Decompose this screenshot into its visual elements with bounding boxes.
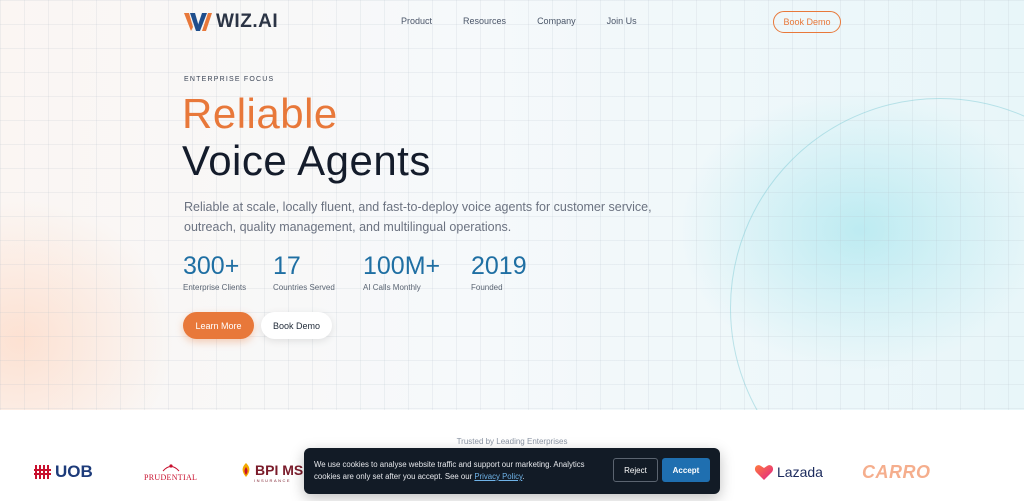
lazada-logo-text: Lazada: [777, 464, 823, 480]
nav-link-join-us[interactable]: Join Us: [607, 16, 637, 26]
lazada-heart-icon: [754, 465, 774, 480]
carro-logo: CARRO: [862, 462, 931, 483]
hero-eyebrow: ENTERPRISE FOCUS: [184, 76, 275, 83]
lazada-logo: Lazada: [754, 463, 823, 481]
nav-link-product[interactable]: Product: [401, 16, 432, 26]
logo[interactable]: WIZ.AI: [184, 11, 278, 33]
cookie-message: We use cookies to analyse website traffi…: [314, 459, 608, 483]
privacy-policy-link[interactable]: Privacy Policy: [474, 472, 522, 481]
stat-label: Founded: [471, 283, 503, 292]
book-demo-nav-button[interactable]: Book Demo: [773, 11, 841, 33]
stat-value: 17: [273, 252, 301, 280]
stat-label: AI Calls Monthly: [363, 283, 421, 292]
hero-title-accent: Reliable: [182, 90, 338, 137]
hero-subtitle: Reliable at scale, locally fluent, and f…: [184, 200, 652, 234]
nav-links: Product Resources Company Join Us: [401, 16, 668, 26]
cookie-message-text: We use cookies to analyse website traffi…: [314, 460, 585, 481]
carro-logo-text: CARRO: [862, 462, 931, 482]
stat-value: 2019: [471, 252, 527, 280]
cookie-reject-button[interactable]: Reject: [613, 458, 658, 482]
hero-title-main: Voice Agents: [182, 137, 431, 184]
stat-ai-calls-monthly: 100M+ AI Calls Monthly: [363, 252, 440, 292]
bpi-ms-logo-text: BPI MS: [255, 462, 304, 478]
uob-logo: UOB: [34, 462, 93, 482]
uob-mark-icon: [34, 465, 51, 479]
cookie-accept-button[interactable]: Accept: [662, 458, 710, 482]
book-demo-hero-button[interactable]: Book Demo: [261, 312, 332, 339]
prudential-mark-icon: [162, 464, 179, 472]
stat-label: Enterprise Clients: [183, 283, 247, 292]
stat-label: Countries Served: [273, 283, 335, 292]
stat-enterprise-clients: 300+ Enterprise Clients: [183, 252, 246, 292]
top-navigation: WIZ.AI Product Resources Company Join Us…: [0, 0, 1024, 44]
hero-section: WIZ.AI Product Resources Company Join Us…: [0, 0, 1024, 410]
bpi-flame-icon: [242, 463, 250, 477]
wiz-logo-icon: [184, 13, 212, 31]
stat-value: 300+: [183, 252, 240, 280]
stat-countries-served: 17 Countries Served: [273, 252, 335, 292]
nav-link-resources[interactable]: Resources: [463, 16, 506, 26]
bpi-ms-logo: BPI MS INSURANCE: [240, 462, 304, 483]
stat-value: 100M+: [363, 252, 441, 280]
prudential-logo: PRUDENTIAL: [144, 462, 197, 482]
nav-link-company[interactable]: Company: [537, 16, 576, 26]
bpi-ms-logo-subtext: INSURANCE: [254, 478, 292, 483]
logo-text: WIZ.AI: [216, 11, 279, 32]
prudential-logo-text: PRUDENTIAL: [144, 473, 198, 482]
uob-logo-text: UOB: [55, 462, 93, 481]
cookie-banner: We use cookies to analyse website traffi…: [304, 448, 720, 494]
stat-founded: 2019 Founded: [471, 252, 527, 292]
trusted-by-label: Trusted by Leading Enterprises: [456, 437, 568, 446]
cookie-message-end: .: [522, 472, 525, 481]
learn-more-button[interactable]: Learn More: [183, 312, 254, 339]
